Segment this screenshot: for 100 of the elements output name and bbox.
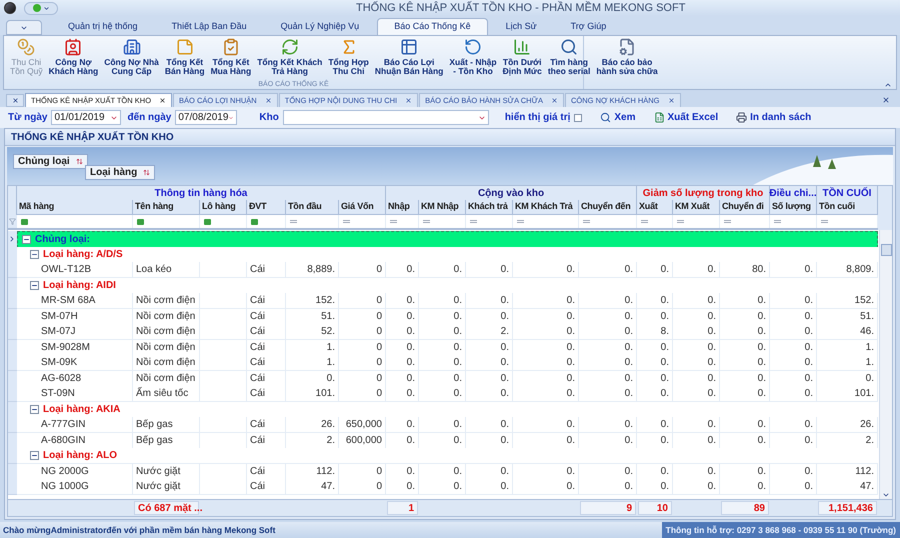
- table-cell: 2.: [466, 324, 513, 340]
- column-header[interactable]: KM Nhập: [419, 200, 466, 215]
- table-cell: 1.: [286, 355, 339, 371]
- toolbar-button[interactable]: Xuất Excel: [654, 110, 718, 125]
- close-icon[interactable]: [668, 97, 675, 104]
- ribbon-button[interactable]: Tổng Hợp Thu Chi: [326, 38, 371, 76]
- app-menu-button[interactable]: [6, 20, 42, 35]
- checkbox-label: hiển thị giá trị: [504, 110, 570, 125]
- collapse-icon[interactable]: [30, 250, 39, 258]
- table-cell: 0: [339, 386, 386, 402]
- table-cell: 1.: [817, 355, 878, 371]
- ribbon-button[interactable]: Tồn Dưới Định Mức: [500, 38, 544, 76]
- ribbon-button[interactable]: Báo Cáo Lợi Nhuận Bán Hàng: [372, 38, 446, 76]
- column-header[interactable]: Mã hàng: [17, 200, 133, 215]
- ribbon-tab[interactable]: Báo Cáo Thống Kê: [377, 18, 488, 35]
- column-header[interactable]: Giá Vốn: [339, 200, 386, 215]
- table-cell: 0.: [637, 417, 673, 433]
- ribbon-button[interactable]: Báo cáo bảo hành sửa chữa: [594, 38, 660, 76]
- table-cell: 0.: [513, 386, 579, 402]
- contact-card-icon: [64, 38, 82, 56]
- group-by-chip[interactable]: Loại hàng: [85, 165, 156, 180]
- group-label: Loại hàng: A/D/S: [43, 248, 123, 262]
- table-cell: SM-09K: [17, 355, 133, 371]
- ribbon-button[interactable]: Tìm hàng theo serial: [546, 38, 592, 76]
- ribbon-tab[interactable]: Thiết Lập Ban Đầu: [156, 18, 263, 35]
- column-header[interactable]: Tồn đầu: [286, 200, 339, 215]
- column-header[interactable]: Chuyển đi: [720, 200, 770, 215]
- table-cell: [200, 293, 247, 309]
- table-icon: [400, 38, 418, 56]
- collapse-icon[interactable]: [22, 235, 31, 244]
- table-cell: 0.: [770, 417, 817, 433]
- column-header[interactable]: ĐVT: [247, 200, 286, 215]
- column-header[interactable]: Tên hàng: [133, 200, 200, 215]
- close-icon[interactable]: [405, 97, 412, 104]
- checkbox[interactable]: [574, 114, 582, 122]
- column-header[interactable]: Tồn cuối: [817, 200, 878, 215]
- close-all-button[interactable]: [6, 94, 24, 107]
- column-header[interactable]: KM Khách Trả: [513, 200, 579, 215]
- date-field[interactable]: 01/01/2019: [51, 110, 122, 125]
- table-cell: [200, 417, 247, 433]
- column-header[interactable]: KM Xuất: [673, 200, 720, 215]
- table-cell: 0.: [770, 479, 817, 495]
- table-cell: Nồi cơm điện: [133, 293, 200, 309]
- summary-cell: 1: [387, 501, 418, 515]
- collapse-icon[interactable]: [30, 404, 39, 414]
- warehouse-dropdown[interactable]: [282, 110, 489, 125]
- table-cell: 0.: [720, 355, 770, 371]
- ribbon-button[interactable]: Tổng Kết Mua Hàng: [208, 38, 254, 76]
- ribbon-tab[interactable]: Lịch Sử: [490, 18, 553, 35]
- table-cell: 26.: [817, 417, 878, 433]
- column-header[interactable]: Lô hàng: [200, 200, 247, 215]
- scrollbar[interactable]: [879, 230, 892, 499]
- close-icon[interactable]: [159, 97, 166, 104]
- collapse-icon[interactable]: [30, 280, 39, 290]
- field-label: Từ ngày: [8, 111, 48, 125]
- table-cell: 0.: [419, 417, 466, 433]
- table-cell: 0.: [637, 355, 673, 371]
- group-by-chip[interactable]: Chủng loại: [13, 154, 88, 169]
- ribbon-tab[interactable]: Quản Lý Nghiệp Vụ: [264, 18, 376, 35]
- building-icon: [122, 38, 141, 56]
- row-indicator: [8, 448, 17, 464]
- collapse-icon[interactable]: [30, 451, 39, 460]
- column-header[interactable]: Nhập: [386, 200, 419, 215]
- column-header[interactable]: Số lượng: [770, 200, 817, 215]
- table-cell: [200, 262, 247, 278]
- equals-filter-icon: [724, 220, 731, 223]
- panel-title: THỐNG KÊ NHẬP XUẤT TỒN KHO: [11, 130, 174, 144]
- ribbon-button[interactable]: Tổng Kết Bán Hàng: [162, 38, 207, 76]
- scroll-down-icon[interactable]: [882, 491, 890, 499]
- scroll-thumb[interactable]: [880, 244, 892, 256]
- quick-access-button[interactable]: [24, 2, 58, 14]
- toolbar-button[interactable]: In danh sách: [736, 110, 812, 125]
- summary-cell: 9: [580, 501, 636, 515]
- column-header[interactable]: Chuyển đến: [579, 200, 637, 215]
- toolbar-button[interactable]: Xem: [600, 110, 636, 125]
- date-field[interactable]: 07/08/2019: [175, 110, 238, 125]
- ribbon-button[interactable]: Xuất - Nhập - Tồn Kho: [447, 38, 499, 76]
- ribbon-button[interactable]: Công Nợ Khách Hàng: [46, 38, 100, 76]
- app-orb-icon[interactable]: [4, 2, 16, 14]
- ribbon-button[interactable]: Công Nợ Nhà Cung Cấp: [102, 38, 161, 76]
- table-cell: 47.: [817, 479, 878, 495]
- text-filter-icon: [21, 218, 28, 224]
- ribbon-tab[interactable]: Quản trị hệ thống: [52, 18, 154, 35]
- group-row[interactable]: Chủng loại:: [17, 231, 878, 248]
- column-header[interactable]: Xuất: [637, 200, 673, 215]
- group-row[interactable]: Loại hàng: ALO: [17, 448, 878, 464]
- text-filter-icon: [251, 218, 258, 224]
- close-icon[interactable]: [551, 97, 558, 104]
- table-cell: 0.: [579, 324, 637, 340]
- close-icon[interactable]: [264, 97, 272, 104]
- table-cell: 52.: [286, 324, 339, 340]
- group-row[interactable]: Loại hàng: A/D/S: [17, 246, 878, 262]
- collapse-ribbon-icon[interactable]: [884, 81, 892, 89]
- ribbon-tab[interactable]: Trợ Giúp: [554, 18, 622, 35]
- row-indicator: [8, 464, 17, 480]
- table-cell: 0.: [637, 479, 673, 495]
- ribbon-button[interactable]: Tổng Kết Khách Trả Hàng: [255, 38, 324, 76]
- column-header[interactable]: Khách trả: [466, 200, 513, 215]
- close-icon[interactable]: [882, 96, 890, 104]
- table-cell: 0.: [579, 262, 637, 278]
